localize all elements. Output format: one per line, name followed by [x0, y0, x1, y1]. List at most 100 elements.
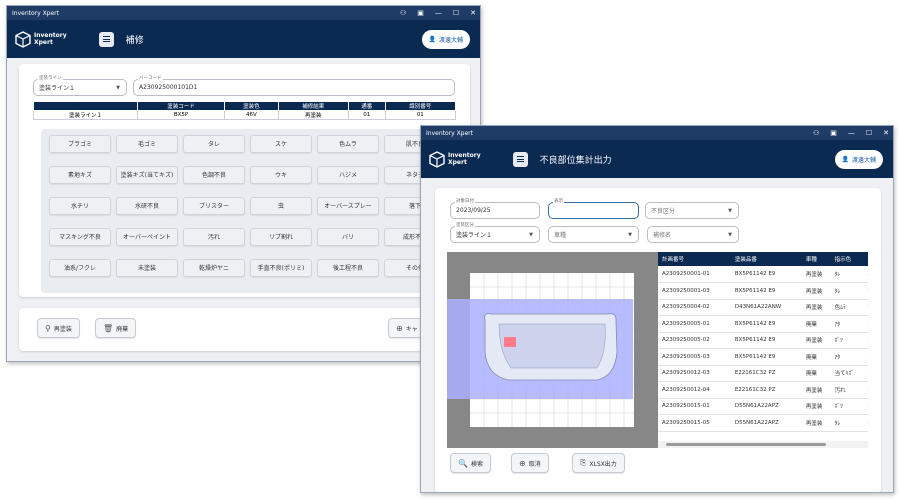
defect-button[interactable]: 未塗装	[116, 259, 178, 277]
defect-button[interactable]: スケ	[250, 135, 312, 153]
defect-button[interactable]: 毛ゴミ	[116, 135, 178, 153]
table-row[interactable]: A2309250005-03BX5P61142 E9廃棄ｱﾀ2	[658, 348, 868, 366]
table-cell: 再塗装	[801, 282, 831, 300]
defect-button[interactable]: 素地キズ	[49, 166, 111, 184]
window-controls: ⚇ ▣ — ☐ ✕	[813, 126, 889, 140]
table-row[interactable]: A2309250001-03BX5P61142 E9再塗装ﾀﾚ2	[658, 282, 868, 300]
defect-button[interactable]: 虫	[250, 197, 312, 215]
table-cell: ﾀﾚ	[830, 414, 864, 432]
box-logo-icon	[15, 30, 31, 48]
car-type-select[interactable]: 車種 ▼	[548, 226, 639, 243]
cancel-label: キャ	[405, 325, 418, 333]
table-cell: 再塗装	[801, 414, 831, 432]
paint-line-select[interactable]: 塗装ライン 塗装ライン１ ▼	[33, 76, 127, 96]
info-cell: 塗装ライン１	[33, 110, 138, 120]
defect-button[interactable]: 水チリ	[49, 197, 111, 215]
share-icon[interactable]: ⚇	[400, 9, 406, 17]
table-row[interactable]: A2309250004-02D43N61A22ANW再塗装色ﾑﾗ2	[658, 299, 868, 316]
table-row[interactable]: A2309250005-01BX5P61142 E9廃棄ｱﾀ2	[658, 315, 868, 333]
scroll-thumb[interactable]	[666, 443, 826, 446]
results-header-extra	[863, 252, 868, 266]
table-cell: BX5P61142 E9	[730, 315, 802, 333]
defect-button[interactable]: 色調不良	[183, 166, 245, 184]
table-cell: 再塗装	[801, 266, 831, 283]
paint-class-value: 塗装ライン１	[456, 232, 493, 239]
table-cell: 再塗装	[801, 381, 831, 399]
discard-button[interactable]: 🗑 廃棄	[95, 318, 137, 338]
minimize-button[interactable]: —	[435, 9, 442, 17]
barcode-input[interactable]: バーコード A230925000101D1	[133, 76, 455, 96]
hamburger-menu-button[interactable]	[98, 31, 114, 47]
part-defect-viewer[interactable]	[447, 252, 658, 448]
table-row[interactable]: A2309250012-03E22161C32 PZ廃棄当てｷｽﾞ2	[658, 365, 868, 382]
capture-icon[interactable]: ▣	[417, 9, 424, 17]
defect-button[interactable]: タレ	[183, 135, 245, 153]
repair-name-select[interactable]: 補修名 ▼	[647, 226, 739, 243]
defect-button[interactable]: バリ	[317, 228, 379, 246]
xlsx-export-button[interactable]: ⎘ XLSX出力	[572, 453, 625, 473]
maximize-button[interactable]: ☐	[453, 9, 459, 17]
defect-button[interactable]: 後工程不良	[317, 259, 379, 277]
repair-window: Inventory Xpert ⚇ ▣ — ☐ ✕ Inventory Xper…	[6, 5, 481, 362]
maximize-button[interactable]: ☐	[866, 129, 872, 137]
xlsx-export-label: XLSX出力	[589, 460, 617, 468]
user-button[interactable]: 👤 渡邊大輔	[834, 150, 883, 169]
paint-class-select[interactable]: 塗装区分 塗装ライン１ ▼	[450, 223, 540, 243]
table-cell: 2	[863, 348, 868, 366]
capture-icon[interactable]: ▣	[830, 129, 837, 137]
close-button[interactable]: ✕	[470, 9, 476, 17]
user-button[interactable]: 👤 渡邊大輔	[421, 30, 470, 49]
defect-summary-window: Inventory Xpert ⚇ ▣ — ☐ ✕ Inventory Xper…	[420, 125, 894, 493]
display-label: 表示	[553, 199, 564, 205]
defect-button[interactable]: 色ムラ	[317, 135, 379, 153]
horizontal-scrollbar[interactable]	[658, 441, 868, 448]
repaint-button[interactable]: ⚲ 再塗装	[37, 318, 80, 338]
table-row[interactable]: A2309250001-01BX5P61142 E9再塗装ﾀﾚ2	[658, 266, 868, 283]
defect-button[interactable]: ハジメ	[317, 166, 379, 184]
display-input[interactable]: 表示	[548, 199, 639, 219]
clear-button[interactable]: ⊕ 取消	[511, 453, 549, 473]
defect-button[interactable]: 油系/フクレ	[49, 259, 111, 277]
paint-line-value: 塗装ライン１	[39, 85, 76, 92]
target-date-input[interactable]: 対象日付 2023/09/25	[450, 199, 540, 219]
minimize-button[interactable]: —	[848, 129, 855, 137]
table-cell: A2309250012-04	[658, 381, 731, 399]
logo-line1: Inventory	[448, 152, 481, 159]
defect-button[interactable]: 水研不良	[116, 197, 178, 215]
chevron-down-icon: ▼	[116, 84, 120, 91]
share-icon[interactable]: ⚇	[813, 129, 819, 137]
table-cell: A2309250005-01	[658, 315, 731, 333]
info-header: 塗装コード	[136, 101, 226, 111]
user-icon: 👤	[428, 36, 436, 43]
defect-button[interactable]: ブラゴミ	[49, 135, 111, 153]
defect-button[interactable]: ブリスター	[183, 197, 245, 215]
defect-button[interactable]: マスキング不良	[49, 228, 111, 246]
table-cell: A2309250004-02	[658, 299, 731, 316]
defect-button[interactable]: オーバースプレー	[317, 197, 379, 215]
results-body: A2309250001-01BX5P61142 E9再塗装ﾀﾚ2A2309250…	[658, 266, 868, 432]
defect-button[interactable]: 手直不良(ポリミ)	[250, 259, 312, 277]
table-row[interactable]: A2309250015-05D55N61A22APZ再塗装ﾀﾚ2	[658, 414, 868, 432]
table-row[interactable]: A2309250012-04E22161C32 PZ再塗装汚れ2	[658, 381, 868, 399]
search-icon: 🔍	[458, 458, 468, 468]
defect-button[interactable]: オーバーペイント	[116, 228, 178, 246]
barcode-value: A230925000101D1	[139, 84, 198, 91]
defect-button[interactable]: リブ割れ	[250, 228, 312, 246]
chevron-down-icon: ▼	[529, 231, 533, 238]
defect-button[interactable]: 乾燥炉ヤニ	[183, 259, 245, 277]
defect-button[interactable]: 汚れ	[183, 228, 245, 246]
defect-class-select[interactable]: 不良区分 ▼	[645, 202, 739, 219]
defect-button[interactable]: ウキ	[250, 166, 312, 184]
app-logo: Inventory Xpert	[15, 30, 67, 48]
table-cell: BX5P61142 E9	[730, 266, 802, 283]
info-header: 通番	[347, 101, 386, 111]
table-cell: ｱﾀ	[830, 348, 864, 366]
hamburger-menu-button[interactable]	[512, 151, 528, 167]
table-row[interactable]: A2309250005-02BX5P61142 E9再塗装ﾎﾞﾂ2	[658, 332, 868, 349]
user-icon: 👤	[841, 156, 849, 163]
defect-button[interactable]: 塗装キズ(当てキズ)	[116, 166, 178, 184]
table-row[interactable]: A2309250015-01D55N61A22APZ再塗装ﾎﾞﾂ2	[658, 398, 868, 415]
close-button[interactable]: ✕	[883, 129, 889, 137]
info-cell: 46V	[224, 110, 279, 120]
search-button[interactable]: 🔍 検索	[450, 453, 491, 473]
